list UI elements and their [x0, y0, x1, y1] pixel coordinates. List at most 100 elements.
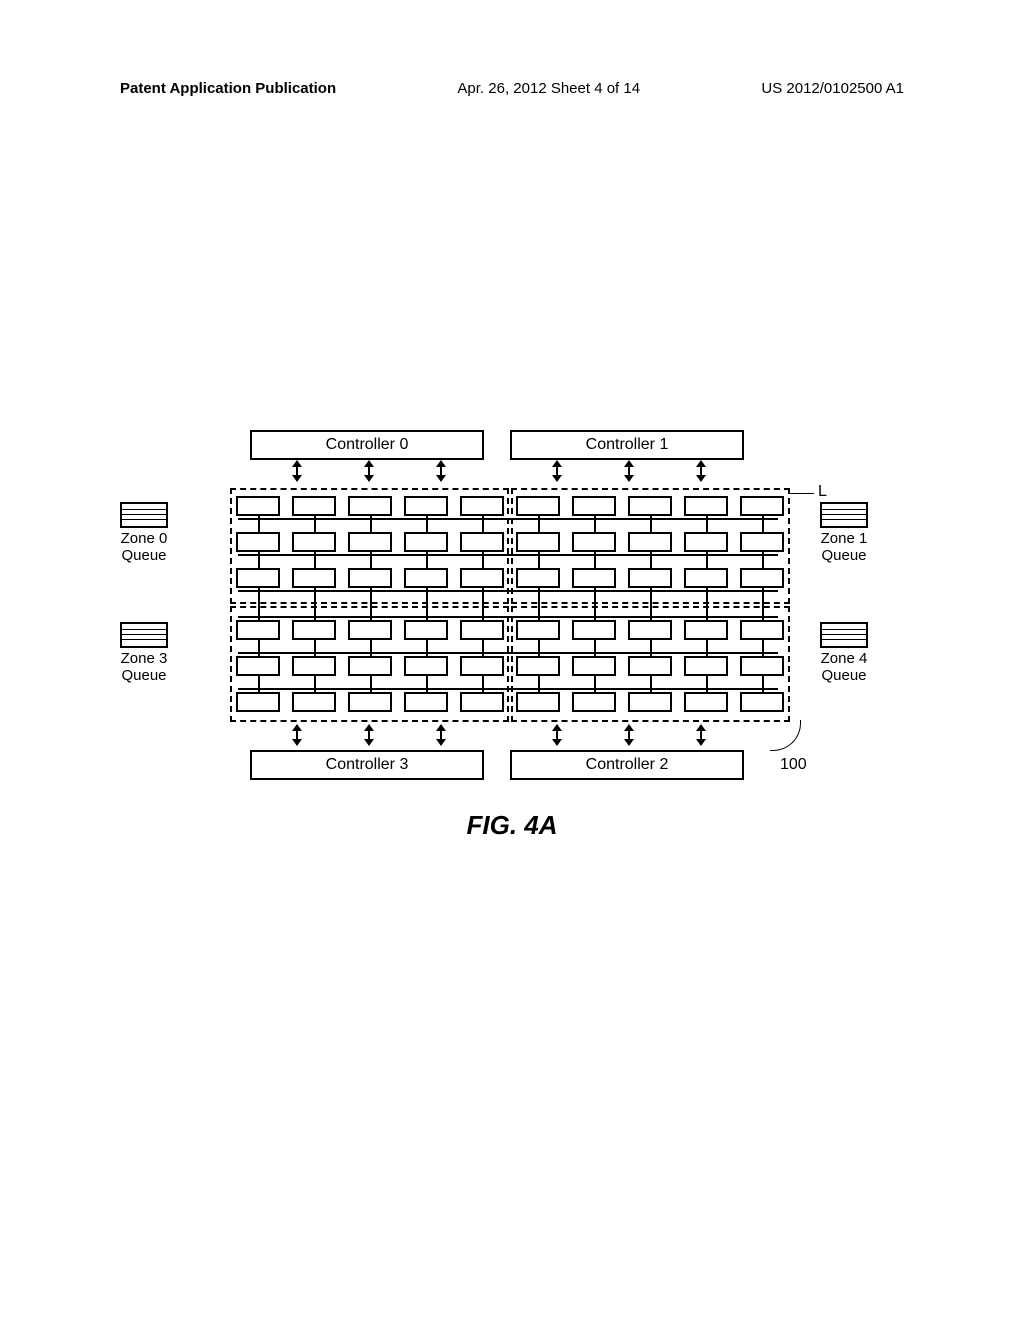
queue-icon — [820, 622, 868, 648]
pe-cell — [572, 496, 616, 516]
zone3-queue: Zone 3 Queue — [120, 622, 168, 685]
pe-cell — [404, 620, 448, 640]
pe-cell — [460, 496, 504, 516]
ctrl2-link-icon — [696, 724, 706, 746]
queue-icon — [820, 502, 868, 528]
pe-cell — [460, 692, 504, 712]
pe-cell — [404, 496, 448, 516]
pe-cell — [684, 692, 728, 712]
ctrl0-link-icon — [364, 460, 374, 482]
pe-cell — [572, 656, 616, 676]
controller-3-box: Controller 3 — [250, 750, 484, 780]
controller-2-box: Controller 2 — [510, 750, 744, 780]
pe-cell — [236, 692, 280, 712]
controller-3-label: Controller 3 — [326, 756, 409, 773]
ctrl3-link-icon — [292, 724, 302, 746]
pe-cell — [516, 620, 560, 640]
grid-row — [236, 568, 784, 584]
mesh-hline — [238, 652, 778, 654]
pe-cell — [404, 532, 448, 552]
annotation-L: L — [818, 483, 827, 501]
grid-row — [236, 620, 784, 636]
header-left: Patent Application Publication — [120, 80, 336, 97]
pe-cell — [404, 568, 448, 588]
pe-cell — [516, 496, 560, 516]
pe-cell — [628, 692, 672, 712]
pe-cell — [460, 532, 504, 552]
header-right: US 2012/0102500 A1 — [761, 80, 904, 97]
pe-cell — [292, 496, 336, 516]
zone3-queue-label: Zone 3 Queue — [120, 650, 168, 685]
ctrl2-link-icon — [552, 724, 562, 746]
pe-cell — [628, 496, 672, 516]
zone4-queue-label: Zone 4 Queue — [820, 650, 868, 685]
pe-cell — [684, 620, 728, 640]
mesh-hline — [238, 554, 778, 556]
pe-cell — [236, 532, 280, 552]
pe-cell — [628, 656, 672, 676]
pe-cell — [740, 568, 784, 588]
pe-cell — [684, 496, 728, 516]
controller-0-label: Controller 0 — [326, 436, 409, 453]
processing-array — [230, 488, 790, 720]
pe-cell — [572, 620, 616, 640]
pe-cell — [740, 656, 784, 676]
ctrl2-link-icon — [624, 724, 634, 746]
grid-row — [236, 532, 784, 548]
pe-cell — [572, 532, 616, 552]
pe-cell — [236, 656, 280, 676]
grid-row — [236, 496, 784, 512]
pe-cell — [348, 620, 392, 640]
pe-cell — [292, 568, 336, 588]
ctrl1-link-icon — [552, 460, 562, 482]
pe-cell — [684, 532, 728, 552]
pe-cell — [628, 568, 672, 588]
ctrl0-link-icon — [292, 460, 302, 482]
pe-cell — [348, 532, 392, 552]
leader-100 — [770, 720, 801, 751]
pe-cell — [740, 532, 784, 552]
annotation-100: 100 — [780, 756, 807, 774]
pe-cell — [628, 532, 672, 552]
pe-cell — [516, 568, 560, 588]
zone0-queue-label: Zone 0 Queue — [120, 530, 168, 565]
figure-caption: FIG. 4A — [0, 810, 1024, 841]
ctrl3-link-icon — [436, 724, 446, 746]
mesh-hline — [238, 518, 778, 520]
pe-cell — [348, 496, 392, 516]
pe-cell — [740, 692, 784, 712]
ctrl1-link-icon — [624, 460, 634, 482]
grid-row — [236, 692, 784, 708]
pe-cell — [740, 496, 784, 516]
pe-cell — [292, 620, 336, 640]
ctrl0-link-icon — [436, 460, 446, 482]
pe-cell — [516, 532, 560, 552]
zone0-queue: Zone 0 Queue — [120, 502, 168, 565]
pe-cell — [460, 656, 504, 676]
pe-cell — [236, 568, 280, 588]
mesh-hline — [238, 688, 778, 690]
pe-cell — [236, 496, 280, 516]
pe-cell — [684, 656, 728, 676]
pe-cell — [404, 656, 448, 676]
pe-cell — [348, 568, 392, 588]
pe-cell — [292, 532, 336, 552]
pe-cell — [460, 568, 504, 588]
controller-2-label: Controller 2 — [586, 756, 669, 773]
mesh-hline — [238, 616, 778, 618]
zone4-queue: Zone 4 Queue — [820, 622, 868, 685]
pe-cell — [572, 692, 616, 712]
ctrl1-link-icon — [696, 460, 706, 482]
controller-1-box: Controller 1 — [510, 430, 744, 460]
zone1-queue: Zone 1 Queue — [820, 502, 868, 565]
pe-cell — [348, 692, 392, 712]
mesh-hline — [238, 590, 778, 592]
pe-cell — [404, 692, 448, 712]
header-mid: Apr. 26, 2012 Sheet 4 of 14 — [336, 80, 761, 97]
pe-cell — [516, 656, 560, 676]
grid-row — [236, 656, 784, 672]
pe-cell — [460, 620, 504, 640]
queue-icon — [120, 622, 168, 648]
pe-cell — [684, 568, 728, 588]
pe-cell — [516, 692, 560, 712]
